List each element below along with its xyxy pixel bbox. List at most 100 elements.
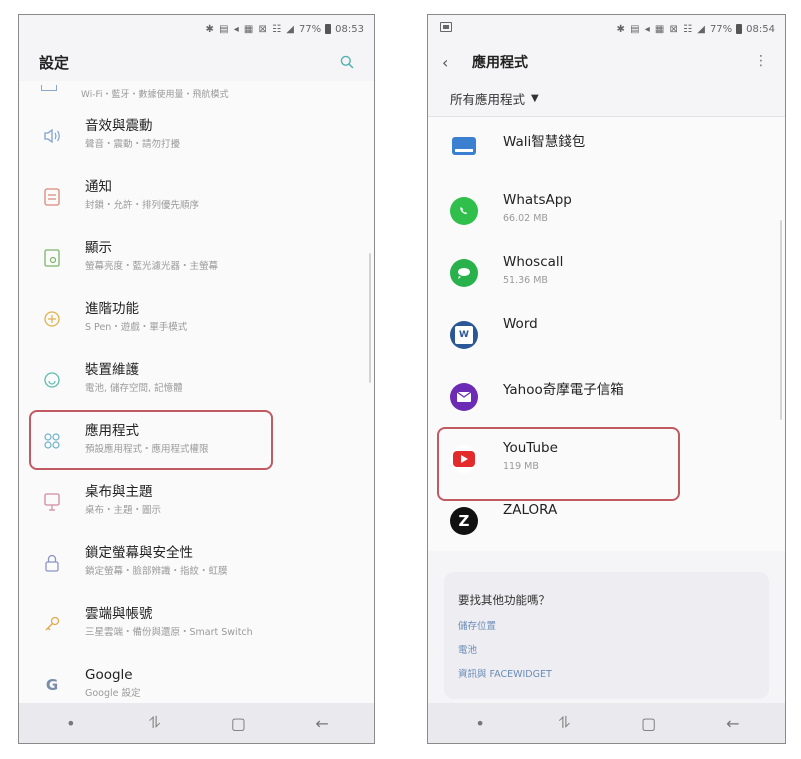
app-name: Word [503,316,538,332]
lock-icon [41,552,63,574]
nav-dot-icon[interactable]: • [460,708,500,738]
youtube-icon [450,445,478,473]
settings-item-title: 桌布與主題 [85,484,153,500]
settings-header: 設定 [19,43,374,81]
navigation-bar: • ⥮ ▢ ← [19,703,374,743]
device-maintenance-icon [41,369,63,391]
wali-wallet-icon [452,137,476,155]
app-item-word[interactable]: W Word [428,303,785,365]
speaker-icon [41,125,63,147]
settings-item-subtitle: 聲音・震動・請勿打擾 [85,139,181,150]
whatsapp-icon [450,197,478,225]
app-name: Yahoo奇摩電子信箱 [503,382,624,398]
advanced-features-icon [41,308,63,330]
settings-item-subtitle: S Pen・遊戲・單手模式 [85,322,188,333]
settings-item-apps[interactable]: 應用程式預設應用程式・應用程式權限 [19,410,374,471]
battery-icon [736,24,743,34]
looking-for-something-else-card: 要找其他功能嗎？ 儲存位置 電池 資訊與 FACEWIDGET [444,572,769,699]
settings-item-title: 通知 [85,179,112,195]
card-title: 要找其他功能嗎？ [458,593,550,607]
settings-item-title: Google [85,667,133,683]
status-time: 08:54 [746,23,775,35]
settings-item-subtitle: 螢幕亮度・藍光濾光器・主螢幕 [85,261,219,272]
settings-item-subtitle: 鎖定螢幕・臉部辨識・指紋・虹膜 [85,566,228,577]
settings-item-title: 鎖定螢幕與安全性 [85,545,193,561]
home-icon[interactable]: ▢ [218,708,258,738]
gallery-icon [440,22,452,32]
app-size: 119 MB [503,461,539,472]
back-arrow-icon[interactable]: ‹ [442,53,462,72]
status-icons: ✱ ▤ ◂ ▦ ⊠ ☷ ◢ [205,23,295,35]
status-icons: ✱ ▤ ◂ ▦ ⊠ ☷ ◢ [616,23,706,35]
settings-item-title: 音效與震動 [85,118,153,134]
wallpaper-icon [41,491,63,513]
status-bar: ✱ ▤ ◂ ▦ ⊠ ☷ ◢ 77% 08:53 [19,15,374,43]
app-item-whatsapp[interactable]: WhatsApp 66.02 MB [428,179,785,241]
connections-icon [41,85,57,91]
settings-item-subtitle: Wi-Fi・藍牙・數據使用量・飛航模式 [81,89,229,100]
settings-item-title: 應用程式 [85,423,139,439]
settings-item-title: 雲端與帳號 [85,606,153,622]
app-size: 66.02 MB [503,213,548,224]
settings-item-display[interactable]: 顯示 螢幕亮度・藍光濾光器・主螢幕 [19,227,374,288]
more-options-icon[interactable]: ⋮ [754,53,769,69]
apps-screen: ✱ ▤ ◂ ▦ ⊠ ☷ ◢ 77% 08:54 ‹ 應用程式 ⋮ 所有應用程式 … [427,14,786,744]
recent-apps-icon[interactable]: ⥮ [544,708,584,738]
apps-grid-icon [41,430,63,452]
battery-link[interactable]: 電池 [458,642,755,656]
recent-apps-icon[interactable]: ⥮ [135,708,175,738]
app-name: ZALORA [503,502,558,518]
app-item-wali[interactable]: Wali智慧錢包 [428,117,785,179]
settings-item-device-maintenance[interactable]: 裝置維護 電池, 儲存空間, 記憶體 [19,349,374,410]
battery-percent: 77% [709,23,733,35]
scrollbar[interactable] [369,253,371,383]
search-icon[interactable] [340,55,354,69]
apps-header: ‹ 應用程式 ⋮ [428,43,785,81]
storage-link[interactable]: 儲存位置 [458,618,755,632]
google-icon: G [45,676,59,694]
settings-item-advanced-features[interactable]: 進階功能 S Pen・遊戲・單手模式 [19,288,374,349]
settings-list: Wi-Fi・藍牙・數據使用量・飛航模式 音效與震動聲音・震動・請勿打擾 通知封鎖… [19,81,374,715]
settings-item-subtitle: 三星雲端・備份與還原・Smart Switch [85,627,253,638]
key-icon [41,613,63,635]
settings-item-wallpapers-themes[interactable]: 桌布與主題桌布・主題・圖示 [19,471,374,532]
app-name: WhatsApp [503,192,572,208]
battery-percent: 77% [298,23,322,35]
settings-item-title: 進階功能 [85,301,139,317]
word-icon: W [450,321,478,349]
nav-dot-icon[interactable]: • [51,708,91,738]
settings-item-subtitle: 預設應用程式・應用程式權限 [85,444,209,455]
settings-item-connections[interactable]: Wi-Fi・藍牙・數據使用量・飛航模式 [19,81,374,105]
app-name: YouTube [503,440,558,456]
settings-item-title: 裝置維護 [85,362,139,378]
settings-item-notifications[interactable]: 通知封鎖・允許・排列優先順序 [19,166,374,227]
app-size: 51.36 MB [503,275,548,286]
facewidget-link[interactable]: 資訊與 FACEWIDGET [458,666,755,680]
back-icon[interactable]: ← [302,708,342,738]
settings-item-subtitle: 桌布・主題・圖示 [85,505,162,516]
settings-item-sound[interactable]: 音效與震動聲音・震動・請勿打擾 [19,105,374,166]
notification-icon [41,186,63,208]
battery-icon [325,24,332,34]
zalora-icon: Z [450,507,478,535]
scrollbar[interactable] [780,220,782,420]
page-title: 應用程式 [472,55,528,71]
display-icon [41,247,63,269]
app-item-yahoo-mail[interactable]: Yahoo奇摩電子信箱 [428,365,785,427]
app-item-whoscall[interactable]: Whoscall 51.36 MB [428,241,785,303]
apps-list: Wali智慧錢包 WhatsApp 66.02 MB Whoscall 51.3… [428,117,785,551]
settings-item-subtitle: 封鎖・允許・排列優先順序 [85,200,200,211]
settings-item-cloud-accounts[interactable]: 雲端與帳號三星雲端・備份與還原・Smart Switch [19,593,374,654]
app-name: Whoscall [503,254,564,270]
app-item-youtube[interactable]: YouTube 119 MB [428,427,785,489]
app-filter-dropdown[interactable]: 所有應用程式 ▼ [428,81,785,117]
page-title: 設定 [39,53,70,72]
app-item-zalora[interactable]: Z ZALORA [428,489,785,551]
settings-screen: ✱ ▤ ◂ ▦ ⊠ ☷ ◢ 77% 08:53 設定 Wi-Fi・藍牙・數據使用… [18,14,375,744]
yahoo-mail-icon [450,383,478,411]
home-icon[interactable]: ▢ [629,708,669,738]
status-bar: ✱ ▤ ◂ ▦ ⊠ ☷ ◢ 77% 08:54 [428,15,785,43]
settings-item-lock-screen-security[interactable]: 鎖定螢幕與安全性鎖定螢幕・臉部辨識・指紋・虹膜 [19,532,374,593]
navigation-bar: • ⥮ ▢ ← [428,703,785,743]
back-icon[interactable]: ← [713,708,753,738]
